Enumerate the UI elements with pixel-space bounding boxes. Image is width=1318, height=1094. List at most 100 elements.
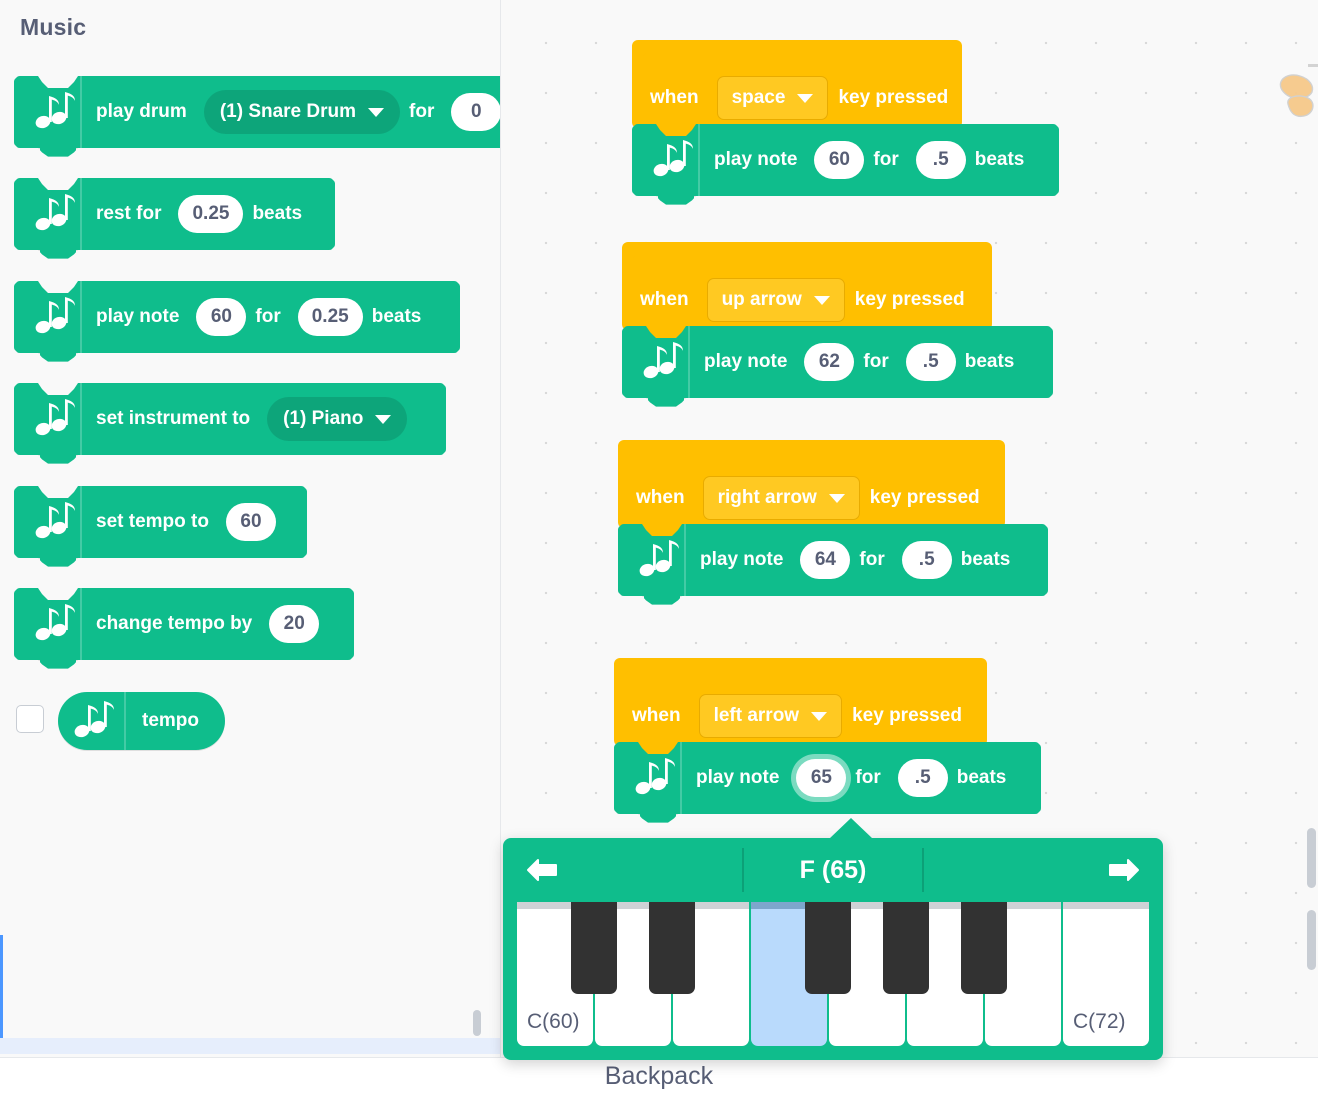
music-notes-icon bbox=[30, 281, 82, 353]
piano-keyboard[interactable]: C(60) C(72) bbox=[517, 902, 1149, 1046]
block-label: beats bbox=[371, 306, 422, 327]
backpack-label: Backpack bbox=[604, 1062, 714, 1090]
palette-block-set-instrument[interactable]: set instrument to (1) Piano bbox=[14, 383, 446, 455]
block-label: play note bbox=[96, 306, 180, 327]
palette-block-tempo-reporter[interactable]: tempo bbox=[58, 692, 225, 750]
palette-scrollbar-thumb[interactable] bbox=[473, 1010, 481, 1036]
beats-input[interactable]: .5 bbox=[898, 759, 948, 797]
key-dropdown[interactable]: up arrow bbox=[706, 278, 845, 322]
chevron-down-icon bbox=[375, 415, 391, 424]
backpack-bar[interactable]: Backpack bbox=[0, 1057, 1318, 1094]
divider-right bbox=[921, 848, 924, 892]
piano-black-key[interactable] bbox=[649, 902, 695, 994]
piano-black-key[interactable] bbox=[571, 902, 617, 994]
key-dropdown-value: right arrow bbox=[717, 487, 817, 508]
tempo-reporter-label: tempo bbox=[142, 710, 199, 731]
palette-block-set-tempo[interactable]: set tempo to 60 bbox=[14, 486, 307, 558]
block-label: beats bbox=[974, 149, 1025, 170]
note-input[interactable]: 64 bbox=[800, 541, 850, 579]
block-label: for bbox=[873, 149, 899, 170]
beats-input[interactable]: .5 bbox=[906, 343, 956, 381]
piano-key-label bbox=[595, 1034, 605, 1046]
key-dropdown-value: space bbox=[731, 87, 786, 108]
note-input-active[interactable]: 65 bbox=[796, 759, 846, 797]
piano-key-label: C(72) bbox=[1073, 1010, 1126, 1033]
chevron-down-icon bbox=[811, 711, 828, 721]
divider-left bbox=[742, 848, 745, 892]
hat-block-when-key-pressed[interactable]: when right arrow key pressed bbox=[618, 440, 1005, 539]
piano-white-key[interactable]: C(72) bbox=[1063, 902, 1149, 1046]
piano-key-label bbox=[907, 1034, 917, 1046]
chevron-down-icon bbox=[813, 295, 830, 305]
block-label: key pressed bbox=[838, 87, 949, 108]
block-label: play note bbox=[714, 149, 798, 170]
note-input[interactable]: 60 bbox=[196, 298, 246, 336]
piano-key-label bbox=[673, 1034, 683, 1046]
palette-category-title: Music bbox=[20, 14, 87, 40]
note-input[interactable]: 62 bbox=[804, 343, 854, 381]
piano-black-key[interactable] bbox=[805, 902, 851, 994]
block-label: play drum bbox=[96, 101, 187, 122]
hat-block-when-key-pressed[interactable]: when up arrow key pressed bbox=[622, 242, 992, 341]
block-label: beats bbox=[252, 203, 303, 224]
block-label: key pressed bbox=[869, 487, 980, 508]
key-dropdown[interactable]: left arrow bbox=[698, 694, 843, 738]
beats-input[interactable]: .5 bbox=[902, 541, 952, 579]
block-label: for bbox=[859, 549, 885, 570]
piano-black-key[interactable] bbox=[961, 902, 1007, 994]
block-label: change tempo by bbox=[96, 613, 253, 634]
music-notes-icon bbox=[30, 76, 82, 148]
rest-beats-input[interactable]: 0.25 bbox=[178, 195, 243, 233]
block-label: play note bbox=[700, 549, 784, 570]
palette-block-change-tempo[interactable]: change tempo by 20 bbox=[14, 588, 354, 660]
drum-beats-input[interactable]: 0 bbox=[451, 93, 501, 131]
block-label: play note bbox=[696, 767, 780, 788]
tempo-input[interactable]: 60 bbox=[226, 503, 276, 541]
hat-block-when-key-pressed[interactable]: when left arrow key pressed bbox=[614, 658, 987, 757]
piano-key-label bbox=[985, 1034, 995, 1046]
block-palette[interactable]: Music play drum (1) Snare Drum for 0 res… bbox=[0, 0, 501, 1057]
block-play-note[interactable]: play note 64 for .5 beats bbox=[618, 524, 1048, 596]
palette-scroll-indicator[interactable] bbox=[0, 935, 3, 1040]
block-label: beats bbox=[956, 767, 1007, 788]
beats-input[interactable]: .5 bbox=[916, 141, 966, 179]
block-label: key pressed bbox=[854, 289, 965, 310]
piano-note-picker[interactable]: F (65) C(60) C(72) bbox=[503, 838, 1163, 1060]
drum-dropdown[interactable]: (1) Snare Drum bbox=[204, 90, 400, 134]
music-notes-icon bbox=[30, 588, 82, 660]
block-label: key pressed bbox=[852, 705, 962, 726]
arrow-right-icon[interactable] bbox=[1101, 850, 1147, 890]
instrument-dropdown-value: (1) Piano bbox=[283, 408, 364, 429]
block-play-note[interactable]: play note 60 for .5 beats bbox=[632, 124, 1059, 196]
block-label: set tempo to bbox=[96, 511, 209, 532]
block-play-note[interactable]: play note 65 for .5 beats bbox=[614, 742, 1041, 814]
workspace-scrollbar-thumb-top[interactable] bbox=[1307, 828, 1316, 888]
palette-block-play-note[interactable]: play note 60 for 0.25 beats bbox=[14, 281, 460, 353]
block-label: for bbox=[863, 351, 889, 372]
piano-header: F (65) bbox=[503, 838, 1163, 902]
block-label: for bbox=[409, 101, 435, 122]
hat-block-when-key-pressed[interactable]: when space key pressed bbox=[632, 40, 962, 139]
arrow-left-icon[interactable] bbox=[519, 850, 565, 890]
piano-key-label bbox=[751, 1034, 761, 1046]
sprite-thumbnail-fragment bbox=[1279, 64, 1318, 118]
key-dropdown[interactable]: space bbox=[716, 76, 829, 120]
piano-picker-pointer bbox=[829, 818, 873, 839]
change-tempo-input[interactable]: 20 bbox=[269, 605, 319, 643]
music-notes-icon bbox=[30, 383, 82, 455]
music-notes-icon bbox=[64, 692, 126, 750]
palette-block-play-drum[interactable]: play drum (1) Snare Drum for 0 bbox=[14, 76, 501, 148]
palette-block-rest-for[interactable]: rest for 0.25 beats bbox=[14, 178, 335, 250]
block-play-note[interactable]: play note 62 for .5 beats bbox=[622, 326, 1053, 398]
key-dropdown[interactable]: right arrow bbox=[702, 476, 860, 520]
piano-selected-note-label: F (65) bbox=[799, 855, 867, 884]
note-beats-input[interactable]: 0.25 bbox=[298, 298, 363, 336]
instrument-dropdown[interactable]: (1) Piano bbox=[267, 397, 407, 441]
note-input[interactable]: 60 bbox=[814, 141, 864, 179]
piano-black-key[interactable] bbox=[883, 902, 929, 994]
chevron-down-icon bbox=[828, 493, 845, 503]
block-label: when bbox=[640, 289, 689, 310]
key-dropdown-value: left arrow bbox=[713, 705, 800, 726]
tempo-monitor-checkbox[interactable] bbox=[16, 705, 44, 733]
workspace-scrollbar-thumb-bottom[interactable] bbox=[1307, 910, 1316, 970]
